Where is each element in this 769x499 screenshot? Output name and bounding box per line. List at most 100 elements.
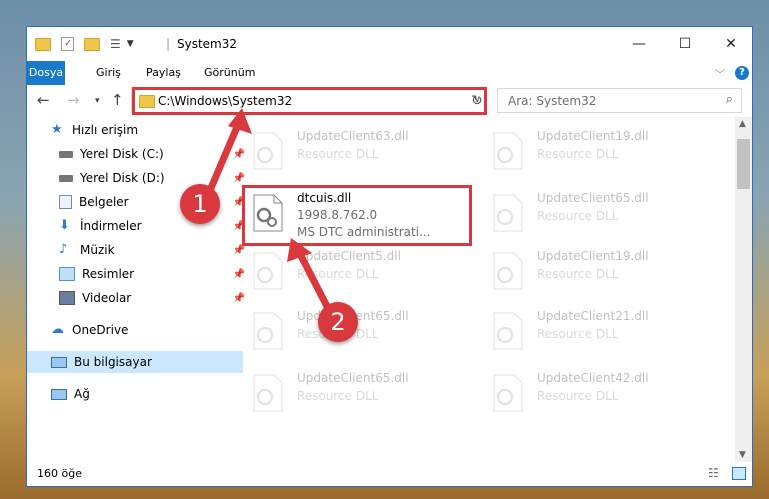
cloud-icon: ☁: [51, 322, 64, 337]
file-name: UpdateClient21.dll: [537, 309, 649, 323]
forward-arrow-icon[interactable]: →: [67, 91, 80, 109]
navigation-pane: ★ Hızlı erişim Yerel Disk (C:) 📌 Yerel D…: [27, 117, 245, 462]
sidebar-item-label: Videolar: [82, 291, 132, 305]
tab-view[interactable]: Görünüm: [195, 61, 264, 85]
dll-file-icon: [493, 312, 523, 350]
file-name: UpdateClient65.dll: [537, 191, 649, 205]
file-description: Resource DLL: [297, 389, 379, 403]
recent-locations-chevron-icon[interactable]: ▾: [95, 96, 100, 106]
file-item[interactable]: UpdateClient5.dll Resource DLL: [242, 245, 467, 297]
file-name: UpdateClient42.dll: [537, 371, 649, 385]
file-name: UpdateClient65.dll: [297, 371, 409, 385]
folder-icon: [35, 37, 51, 51]
file-item[interactable]: UpdateClient42.dll Resource DLL: [482, 367, 707, 419]
sidebar-item-label: Yerel Disk (D:): [80, 171, 165, 185]
sidebar-item-label: Yerel Disk (C:): [80, 147, 164, 161]
vertical-scrollbar[interactable]: ▲ ▼: [735, 117, 752, 462]
computer-icon: [51, 356, 67, 368]
ribbon-tabs: Dosya Giriş Paylaş Görünüm ﹀ ?: [27, 61, 752, 85]
up-arrow-icon[interactable]: ↑: [111, 91, 124, 109]
sidebar-item-label: OneDrive: [72, 323, 129, 337]
dll-file-icon: [493, 132, 523, 170]
sidebar-item-onedrive[interactable]: ☁ OneDrive: [27, 319, 243, 341]
file-name: UpdateClient5.dll: [297, 249, 401, 263]
tab-file[interactable]: Dosya: [27, 61, 65, 85]
file-name: UpdateClient19.dll: [537, 249, 649, 263]
download-icon: ⬇: [59, 218, 70, 233]
sidebar-item-label: Müzik: [80, 243, 115, 257]
dll-file-icon: [253, 312, 283, 350]
sidebar-item-downloads[interactable]: ⬇ İndirmeler 📌: [27, 215, 251, 237]
dll-file-icon: [253, 132, 283, 170]
sidebar-item-drive-d[interactable]: Yerel Disk (D:) 📌: [27, 167, 251, 189]
scroll-down-icon[interactable]: ▼: [739, 450, 746, 460]
new-folder-icon[interactable]: [84, 37, 100, 51]
sidebar-item-this-pc[interactable]: Bu bilgisayar: [27, 351, 243, 373]
file-item[interactable]: UpdateClient19.dll Resource DLL: [482, 245, 707, 297]
sidebar-item-network[interactable]: Ağ: [27, 383, 243, 405]
music-icon: ♪: [59, 242, 68, 257]
file-item[interactable]: UpdateClient21.dll Resource DLL: [482, 305, 707, 357]
item-count: 160 öğe: [37, 467, 82, 480]
sidebar-item-quick-access[interactable]: ★ Hızlı erişim: [27, 119, 243, 141]
window-title: System32: [177, 37, 238, 51]
large-icons-view-icon[interactable]: [732, 467, 746, 480]
file-description: Resource DLL: [537, 267, 619, 281]
file-description: Resource DLL: [537, 209, 619, 223]
title-bar: ✓ ☰ ▼ | System32 — ☐ ✕: [27, 27, 752, 61]
maximize-button[interactable]: ☐: [662, 27, 708, 61]
sidebar-item-label: Belgeler: [79, 195, 129, 209]
file-description: Resource DLL: [537, 147, 619, 161]
file-highlight-box: [242, 185, 472, 246]
expand-ribbon-icon[interactable]: ﹀: [715, 66, 725, 81]
scrollbar-thumb[interactable]: [737, 139, 750, 189]
file-name: UpdateClient63.dll: [297, 129, 409, 143]
chevron-down-icon[interactable]: ▼: [127, 39, 134, 49]
documents-icon: [59, 195, 72, 209]
sidebar-item-label: Bu bilgisayar: [74, 355, 152, 369]
file-list: UpdateClient63.dll Resource DLL UpdateCl…: [232, 117, 737, 462]
view-icon[interactable]: ☰: [110, 37, 121, 51]
minimize-button[interactable]: —: [616, 27, 662, 61]
sidebar-item-videos[interactable]: Videolar 📌: [27, 287, 251, 309]
sidebar-item-drive-c[interactable]: Yerel Disk (C:) 📌: [27, 143, 251, 165]
videos-icon: [59, 291, 75, 305]
file-item[interactable]: UpdateClient65.dll Resource DLL: [242, 367, 467, 419]
file-item[interactable]: UpdateClient19.dll Resource DLL: [482, 125, 707, 177]
search-placeholder: Ara: System32: [508, 94, 597, 108]
search-input[interactable]: Ara: System32 ⌕: [497, 88, 742, 113]
dll-file-icon: [493, 194, 523, 232]
sidebar-item-label: İndirmeler: [80, 219, 142, 233]
status-bar: 160 öğe ☷: [27, 462, 752, 486]
quick-access-toolbar: ✓ ☰ ▼: [35, 35, 134, 53]
sidebar-item-label: Ağ: [74, 387, 90, 401]
explorer-window: ✓ ☰ ▼ | System32 — ☐ ✕ Dosya Giriş Payla…: [26, 26, 753, 487]
help-icon[interactable]: ?: [735, 66, 749, 80]
tab-share[interactable]: Paylaş: [137, 61, 190, 85]
tab-home[interactable]: Giriş: [87, 61, 130, 85]
title-separator: |: [166, 37, 171, 51]
annotation-marker-1: 1: [180, 184, 220, 224]
file-item[interactable]: UpdateClient65.dll Resource DLL: [482, 187, 707, 239]
file-name: UpdateClient19.dll: [537, 129, 649, 143]
file-description: Resource DLL: [537, 327, 619, 341]
annotation-marker-2: 2: [318, 302, 358, 342]
sidebar-item-label: Resimler: [82, 267, 135, 281]
sidebar-item-pictures[interactable]: Resimler 📌: [27, 263, 251, 285]
dll-file-icon: [493, 252, 523, 290]
star-icon: ★: [51, 122, 63, 137]
drive-icon: [59, 174, 73, 182]
sidebar-item-label: Hızlı erişim: [72, 123, 139, 137]
details-view-icon[interactable]: ☷: [708, 466, 719, 480]
close-button[interactable]: ✕: [708, 27, 752, 61]
properties-icon[interactable]: ✓: [61, 37, 74, 51]
search-icon[interactable]: ⌕: [726, 92, 733, 107]
pictures-icon: [59, 267, 75, 281]
scroll-up-icon[interactable]: ▲: [739, 119, 746, 129]
sidebar-item-music[interactable]: ♪ Müzik 📌: [27, 239, 251, 261]
dll-file-icon: [253, 374, 283, 412]
file-item[interactable]: UpdateClient63.dll Resource DLL: [242, 125, 467, 177]
dll-file-icon: [493, 374, 523, 412]
file-description: Resource DLL: [297, 267, 379, 281]
back-arrow-icon[interactable]: ←: [37, 91, 50, 109]
